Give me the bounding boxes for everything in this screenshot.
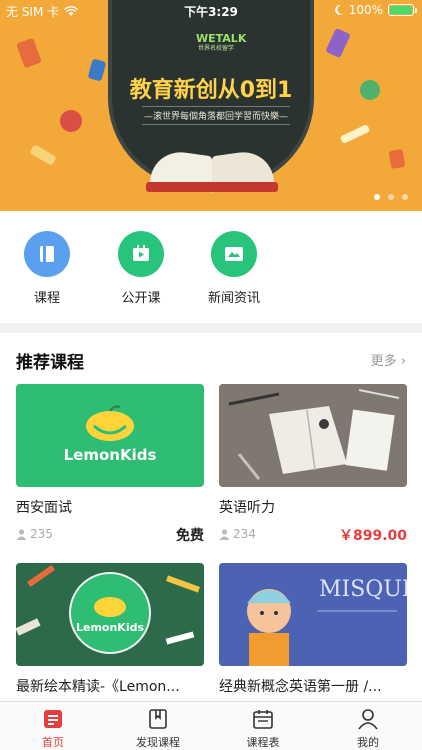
- banner-carousel[interactable]: WETALK 世界名校留学 教育新创从0到1 —滚世界每個角落都回学習而快樂—: [0, 0, 422, 211]
- person-icon: [16, 528, 27, 540]
- banner-headline: 教育新创从0到1: [129, 78, 293, 103]
- tab-home[interactable]: 首页: [13, 707, 93, 750]
- section-divider: [0, 323, 422, 333]
- decor-book-icon: [87, 58, 107, 82]
- banner-subline: —滚世界每個角落都回学習而快樂—: [142, 106, 290, 125]
- decor-pencil-icon: [16, 37, 42, 69]
- tab-bar: 首页 发现课程 课程表 我的: [0, 701, 422, 750]
- course-name: 经典新概念英语第一册 /...: [219, 679, 382, 695]
- book-icon: [24, 231, 70, 277]
- course-price: ￥899.00: [338, 528, 407, 544]
- chalkboard-photo-icon: [16, 563, 204, 666]
- course-card[interactable]: 英语听力 234 ￥899.00: [219, 384, 407, 544]
- more-label: 更多: [370, 354, 397, 369]
- quick-item-label: 公开课: [121, 291, 161, 306]
- profile-icon: [356, 707, 380, 731]
- moon-icon: [334, 4, 343, 15]
- tab-label: 首页: [42, 736, 64, 749]
- battery-icon: [388, 4, 417, 16]
- tab-label: 课程表: [246, 736, 280, 749]
- quick-item-course[interactable]: 课程: [17, 231, 77, 306]
- bookmark-icon: [146, 707, 170, 731]
- thumbnail-brand: LemonKids: [63, 446, 157, 464]
- course-thumbnail: LemonKids: [16, 384, 204, 487]
- course-card[interactable]: LemonKids 西安面试 235 免费: [16, 384, 204, 544]
- decor-pencil2-icon: [339, 124, 371, 144]
- course-thumbnail: LemonKids: [16, 563, 204, 666]
- tab-schedule[interactable]: 课程表: [223, 707, 303, 750]
- decor-ball-icon: [60, 110, 82, 132]
- course-thumbnail: [219, 384, 407, 487]
- tab-mine[interactable]: 我的: [328, 707, 408, 750]
- decor-globe-icon: [360, 80, 380, 100]
- status-bar: 无 SIM 卡 下午3:29 100%: [0, 0, 422, 22]
- course-name: 英语听力: [219, 500, 275, 516]
- banner-logo: WETALK 世界名校留学: [196, 32, 247, 52]
- section-title: 推荐课程: [16, 353, 84, 373]
- person-icon: [219, 528, 230, 540]
- video-icon: [118, 231, 164, 277]
- quick-item-news[interactable]: 新闻资讯: [204, 231, 264, 306]
- course-price: 免费: [176, 528, 204, 544]
- home-icon: [41, 707, 65, 731]
- course-card[interactable]: MISQUE 经典新概念英语第一册 /...: [219, 563, 407, 696]
- course-card[interactable]: LemonKids 最新绘本精读-《Lemon...: [16, 563, 204, 696]
- view-count: 235: [16, 527, 53, 541]
- quick-item-label: 新闻资讯: [207, 291, 260, 306]
- pager-dot[interactable]: [374, 194, 380, 200]
- decor-rocket-icon: [325, 27, 351, 59]
- tab-label: 我的: [357, 736, 379, 749]
- more-link[interactable]: 更多 ›: [371, 350, 406, 369]
- decor-ruler-icon: [29, 144, 57, 166]
- lemon-logo-icon: [86, 405, 134, 441]
- quick-item-open-class[interactable]: 公开课: [111, 231, 171, 306]
- open-book-icon: [146, 147, 278, 193]
- thumbnail-brand: LemonKids: [75, 621, 145, 634]
- course-name: 西安面试: [16, 500, 72, 516]
- thumbnail-brand: MISQUE: [319, 577, 407, 602]
- tab-discover-courses[interactable]: 发现课程: [118, 707, 198, 750]
- quick-item-label: 课程: [33, 291, 60, 306]
- pager-dot[interactable]: [402, 194, 408, 200]
- course-thumbnail: MISQUE: [219, 563, 407, 666]
- view-count: 234: [219, 527, 256, 541]
- course-name: 最新绘本精读-《Lemon...: [16, 679, 180, 695]
- desk-photo-icon: [219, 384, 407, 487]
- decor-cup-icon: [388, 148, 406, 170]
- calendar-icon: [251, 707, 275, 731]
- pager-dot[interactable]: [388, 194, 394, 200]
- carousel-pager[interactable]: [374, 194, 408, 200]
- battery-percent: 100%: [348, 3, 383, 17]
- chevron-right-icon: ›: [400, 354, 406, 369]
- news-icon: [211, 231, 257, 277]
- quick-menu: 课程 公开课 新闻资讯: [0, 211, 422, 323]
- tab-label: 发现课程: [136, 736, 180, 749]
